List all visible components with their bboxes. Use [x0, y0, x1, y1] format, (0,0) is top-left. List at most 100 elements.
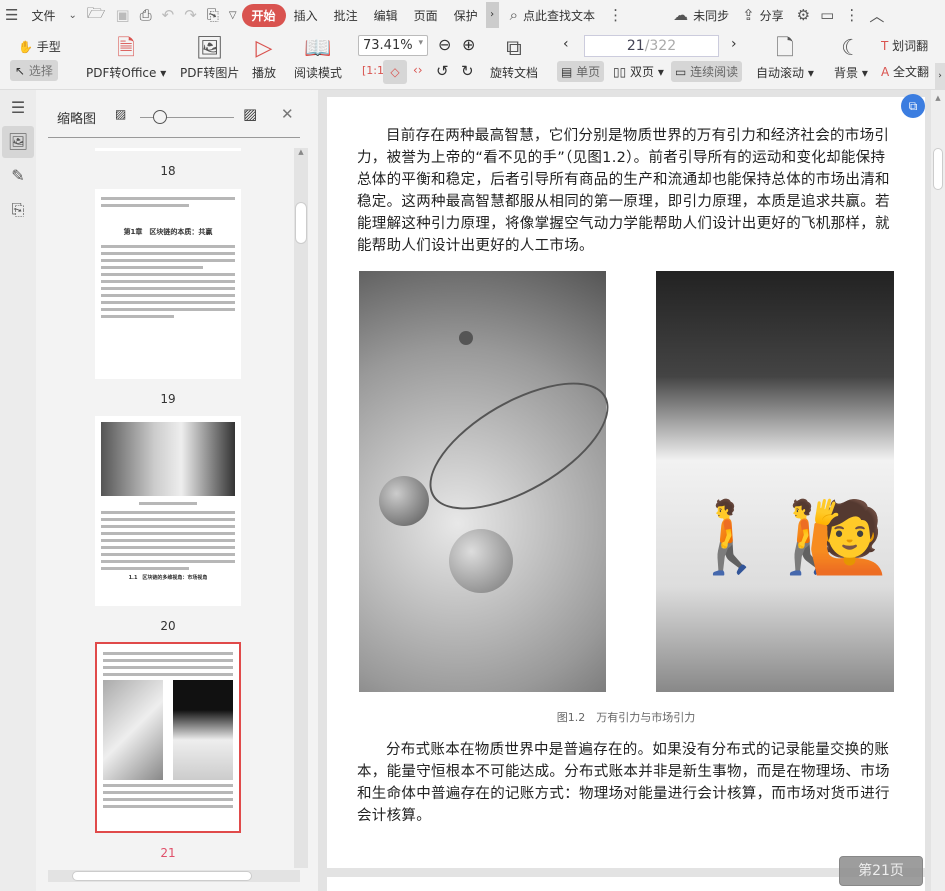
fit-width-icon[interactable]: ‹› — [413, 63, 423, 77]
tab-page[interactable]: 页面 — [406, 7, 446, 24]
thumbnail-horizontal-scrollbar[interactable] — [48, 870, 300, 882]
single-page-button[interactable]: ▤ 单页 — [557, 61, 605, 82]
pdf-page: 目前存在两种最高智慧，它们分别是物质世界的万有引力和经济社会的市场引力，被誉为上… — [327, 97, 925, 868]
collapse-icon[interactable]: ︿ — [864, 5, 889, 26]
zoom-out-icon[interactable]: ⊖ — [438, 35, 451, 54]
full-translate-icon: A — [881, 65, 890, 79]
play-label: 播放 — [252, 66, 277, 80]
thumbnail-panel: 缩略图 ▨ ▨ ✕ 18 第1章 区块链的本质：共赢 19 1.1 区块链的多维… — [36, 90, 318, 891]
thumbnail-page-17[interactable] — [95, 148, 241, 151]
open-folder-icon[interactable]: 🗁 — [82, 3, 111, 28]
full-translate-label: 全文翻 — [893, 65, 930, 79]
read-mode-button[interactable]: 📖 阅读模式 — [294, 34, 342, 81]
tab-annotate[interactable]: 批注 — [326, 7, 366, 24]
scrollbar-thumb[interactable] — [295, 202, 307, 244]
attachment-icon[interactable]: ⎘ — [2, 194, 34, 226]
document-view: 目前存在两种最高智慧，它们分别是物质世界的万有引力和经济社会的市场引力，被誉为上… — [318, 90, 945, 891]
continuous-read-button[interactable]: ▭ 连续阅读 — [671, 61, 743, 82]
double-label: 双页 — [630, 65, 655, 79]
cursor-icon: ↖ — [15, 64, 26, 78]
continuous-icon: ▭ — [675, 65, 687, 79]
word-translate-button[interactable]: T 划词翻 — [881, 37, 933, 54]
scrollbar-thumb[interactable] — [933, 148, 943, 190]
book-icon: 📖 — [304, 36, 332, 61]
thumbnail-page-20-selected[interactable] — [95, 642, 241, 833]
auto-scroll-button[interactable]: 🗋 自动滚动 ▾ — [756, 34, 814, 81]
rotate-right-icon[interactable]: ↻ — [461, 62, 474, 80]
pdf-to-image-button[interactable]: 🖼 PDF转图片 — [180, 34, 239, 81]
thumbnail-label: 18 — [160, 164, 176, 178]
fit-page-icon[interactable]: ◇ — [383, 60, 407, 84]
prev-page-icon[interactable]: ‹ — [563, 36, 569, 52]
save-icon[interactable]: ▣ — [110, 6, 134, 24]
thumbnail-page-19[interactable]: 1.1 区块链的多维视角：市场视角 — [95, 416, 241, 606]
thumbnail-vertical-scrollbar[interactable]: ▲ — [294, 148, 308, 868]
share-icon[interactable]: ⇪ — [737, 6, 760, 24]
share-button[interactable]: 分享 — [760, 7, 792, 24]
zoom-in-icon[interactable]: ⊕ — [462, 35, 475, 54]
left-sidebar: ☰ 🖼 ✎ ⎘ — [0, 90, 36, 891]
zoom-value: 73.41% — [363, 38, 413, 53]
file-menu[interactable]: 文件 — [23, 7, 63, 24]
image-icon: 🖼 — [195, 36, 224, 61]
select-tool[interactable]: ↖ 选择 — [10, 60, 58, 81]
rotate-left-icon[interactable]: ↺ — [436, 62, 449, 80]
slider-handle[interactable] — [153, 110, 167, 124]
total-pages: /322 — [644, 38, 677, 54]
more-vertical-icon[interactable]: ⋮ — [603, 6, 628, 24]
thumbnail-label: 19 — [160, 392, 176, 406]
comment-icon[interactable]: ▭ — [815, 6, 839, 24]
thumbnail-heading: 第1章 区块链的本质：共赢 — [123, 228, 213, 236]
rotate-document-button[interactable]: ⧉ 旋转文档 — [490, 34, 538, 81]
menu-bar: ☰ 文件 ⌄ 🗁 ▣ ⎙ ↶ ↷ ⎘ ▽ 开始 插入 批注 编辑 页面 保护 ›… — [0, 0, 945, 30]
search-icon: ⌕ — [509, 6, 519, 24]
hand-tool[interactable]: ✋ 手型 — [14, 36, 65, 57]
close-icon[interactable]: ✕ — [281, 105, 294, 123]
play-button[interactable]: ▷ 播放 — [252, 34, 276, 81]
thumbnail-label: 20 — [160, 619, 176, 633]
pdf-to-office-button[interactable]: 🗎 PDF转Office ▾ — [86, 34, 166, 81]
zoom-select[interactable]: 73.41% ▾ — [358, 35, 428, 56]
tab-start[interactable]: 开始 — [241, 3, 286, 27]
background-button[interactable]: ☾ 背景 ▾ — [834, 34, 868, 81]
tab-edit[interactable]: 编辑 — [366, 7, 406, 24]
thumbnail-page-18[interactable]: 第1章 区块链的本质：共赢 — [95, 189, 241, 379]
rotate-label: 旋转文档 — [490, 66, 539, 80]
thumbnail-heading: 1.1 区块链的多维视角：市场视角 — [128, 575, 208, 581]
large-image-icon: ▨ — [243, 105, 258, 123]
panel-title: 缩略图 — [57, 112, 97, 127]
full-translate-button[interactable]: A 全文翻 — [881, 63, 933, 80]
thumbnail-image — [103, 680, 163, 780]
pdf-office-label: PDF转Office — [86, 66, 157, 80]
tabs-scroll-right[interactable]: › — [485, 2, 499, 28]
hamburger-icon[interactable]: ☰ — [0, 6, 23, 24]
read-mode-label: 阅读模式 — [294, 66, 343, 80]
continuous-label: 连续阅读 — [690, 65, 739, 79]
document-vertical-scrollbar[interactable]: ▲ — [931, 90, 945, 891]
redo-icon[interactable]: ↷ — [179, 6, 202, 24]
floating-tool-icon[interactable]: ⧉ — [901, 94, 925, 118]
toolbar-scroll-right[interactable]: › — [935, 63, 945, 89]
figure-puppet-image: 🚶🚶 🙋 — [656, 271, 894, 692]
chevron-down-icon[interactable]: ⌄ — [63, 10, 81, 21]
page-number-input[interactable]: 21/322 — [584, 35, 719, 57]
tab-protect[interactable]: 保护 — [446, 7, 486, 24]
toolbar: ✋ 手型 ↖ 选择 🗎 PDF转Office ▾ 🖼 PDF转图片 ▷ 播放 📖 阅读模… — [0, 30, 945, 90]
print-icon[interactable]: ⎙ — [135, 6, 157, 24]
export-icon[interactable]: ⎘ — [202, 6, 224, 24]
thumbnail-icon[interactable]: 🖼 — [2, 126, 34, 158]
figure-planets-image — [359, 271, 629, 692]
undo-icon[interactable]: ↶ — [157, 6, 180, 24]
next-pdf-page — [327, 877, 925, 891]
next-page-icon[interactable]: › — [731, 36, 737, 52]
gear-icon[interactable]: ⚙ — [792, 6, 815, 24]
outline-icon[interactable]: ☰ — [2, 92, 34, 124]
scrollbar-thumb[interactable] — [72, 871, 252, 881]
more-dropdown-icon[interactable]: ▽ — [224, 10, 242, 21]
sync-status[interactable]: 未同步 — [693, 7, 737, 24]
annotation-pen-icon[interactable]: ✎ — [2, 160, 34, 192]
double-page-button[interactable]: ▯▯ 双页 ▾ — [613, 63, 664, 80]
tab-insert[interactable]: 插入 — [286, 7, 326, 24]
more-icon[interactable]: ⋮ — [839, 6, 864, 24]
search-input[interactable]: 点此查找文本 — [523, 7, 603, 24]
